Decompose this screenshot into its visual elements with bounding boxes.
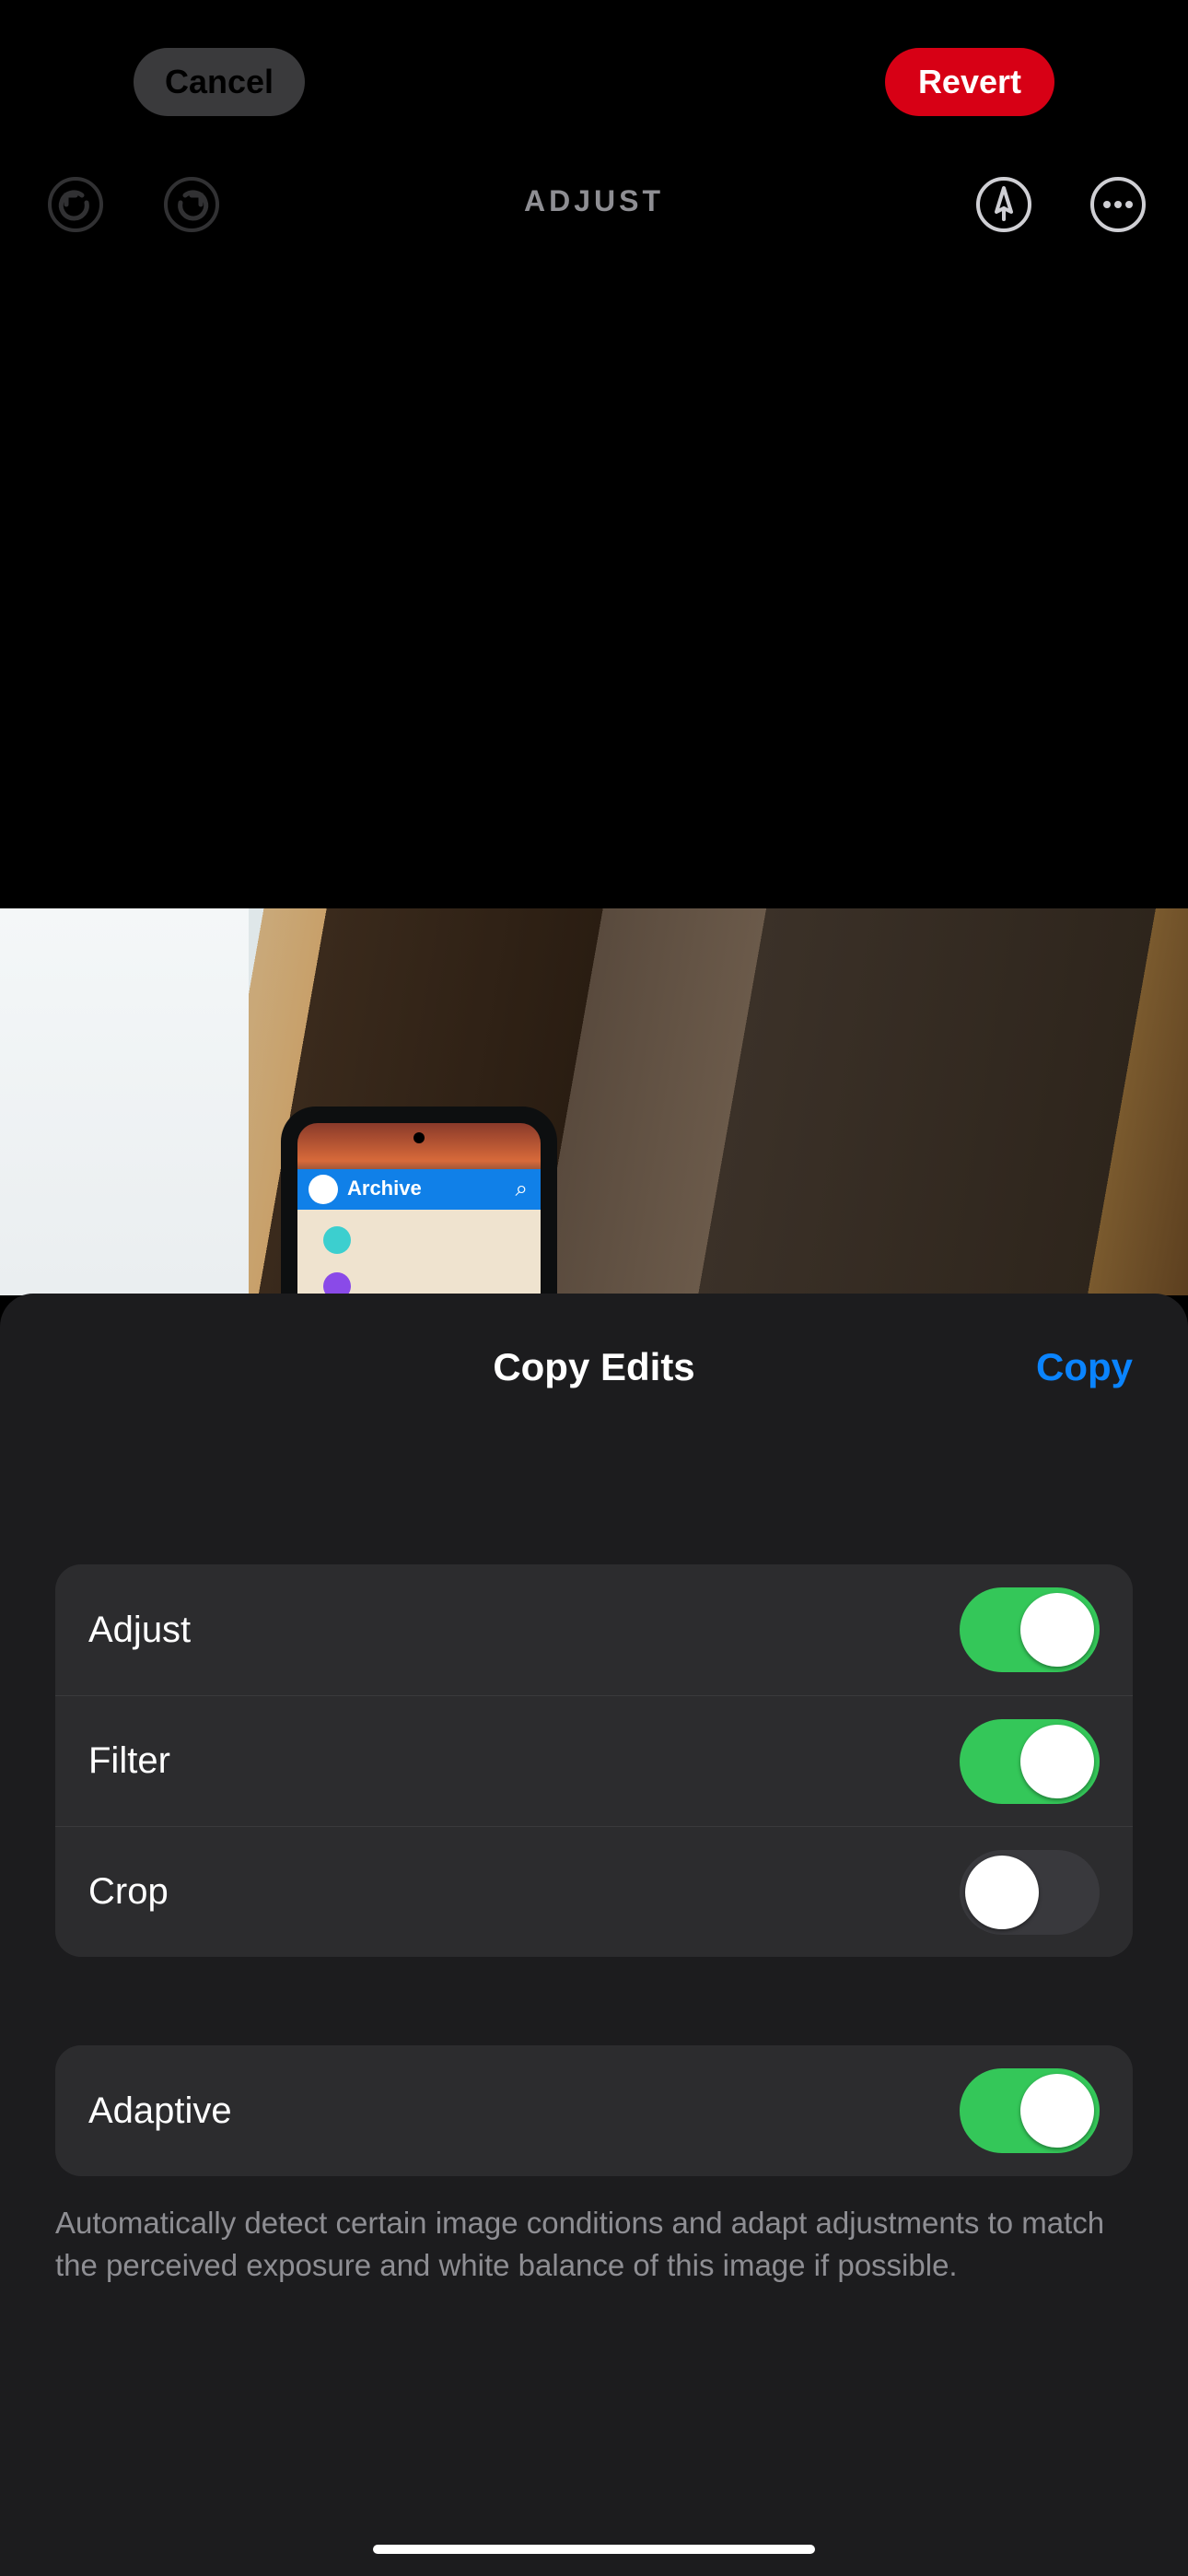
- markup-button[interactable]: [974, 175, 1033, 234]
- copy-button[interactable]: Copy: [1036, 1345, 1133, 1389]
- row-filter: Filter: [55, 1695, 1133, 1826]
- sheet-title: Copy Edits: [0, 1345, 1188, 1389]
- row-adjust-label: Adjust: [88, 1610, 191, 1651]
- toggle-adjust[interactable]: [960, 1587, 1100, 1672]
- photo-phone: Archive ⌕: [281, 1107, 557, 1295]
- row-adaptive-label: Adaptive: [88, 2090, 232, 2132]
- editor-toolbar: ADJUST: [0, 175, 1188, 249]
- more-button[interactable]: [1089, 175, 1147, 234]
- photo-preview: Heads & services Is integration ad optio…: [0, 908, 1188, 1295]
- revert-button[interactable]: Revert: [885, 48, 1054, 116]
- editor-nav: Cancel Revert: [0, 48, 1188, 140]
- toggle-crop[interactable]: [960, 1850, 1100, 1935]
- sheet-header: Copy Edits Copy: [0, 1294, 1188, 1469]
- row-adjust: Adjust: [55, 1564, 1133, 1695]
- cancel-button[interactable]: Cancel: [134, 48, 305, 116]
- edit-types-group: Adjust Filter Crop: [55, 1564, 1133, 1957]
- row-crop-label: Crop: [88, 1871, 169, 1913]
- toggle-filter[interactable]: [960, 1719, 1100, 1804]
- copy-edits-sheet: Copy Edits Copy Adjust Filter Crop Adapt…: [0, 1294, 1188, 2576]
- photo-laptop-text: Heads & services Is integration ad optio…: [11, 936, 232, 1093]
- ellipsis-circle-icon: [1089, 175, 1147, 234]
- toggle-adaptive[interactable]: [960, 2068, 1100, 2153]
- home-indicator[interactable]: [373, 2545, 815, 2554]
- markup-icon: [974, 175, 1033, 234]
- adaptive-group: Adaptive: [55, 2045, 1133, 2176]
- adaptive-description: Automatically detect certain image condi…: [55, 2202, 1133, 2287]
- row-adaptive: Adaptive: [55, 2045, 1133, 2176]
- row-crop: Crop: [55, 1826, 1133, 1957]
- search-icon: ⌕: [516, 1177, 528, 1202]
- photo-phone-title: Archive: [347, 1177, 422, 1200]
- row-filter-label: Filter: [88, 1740, 170, 1782]
